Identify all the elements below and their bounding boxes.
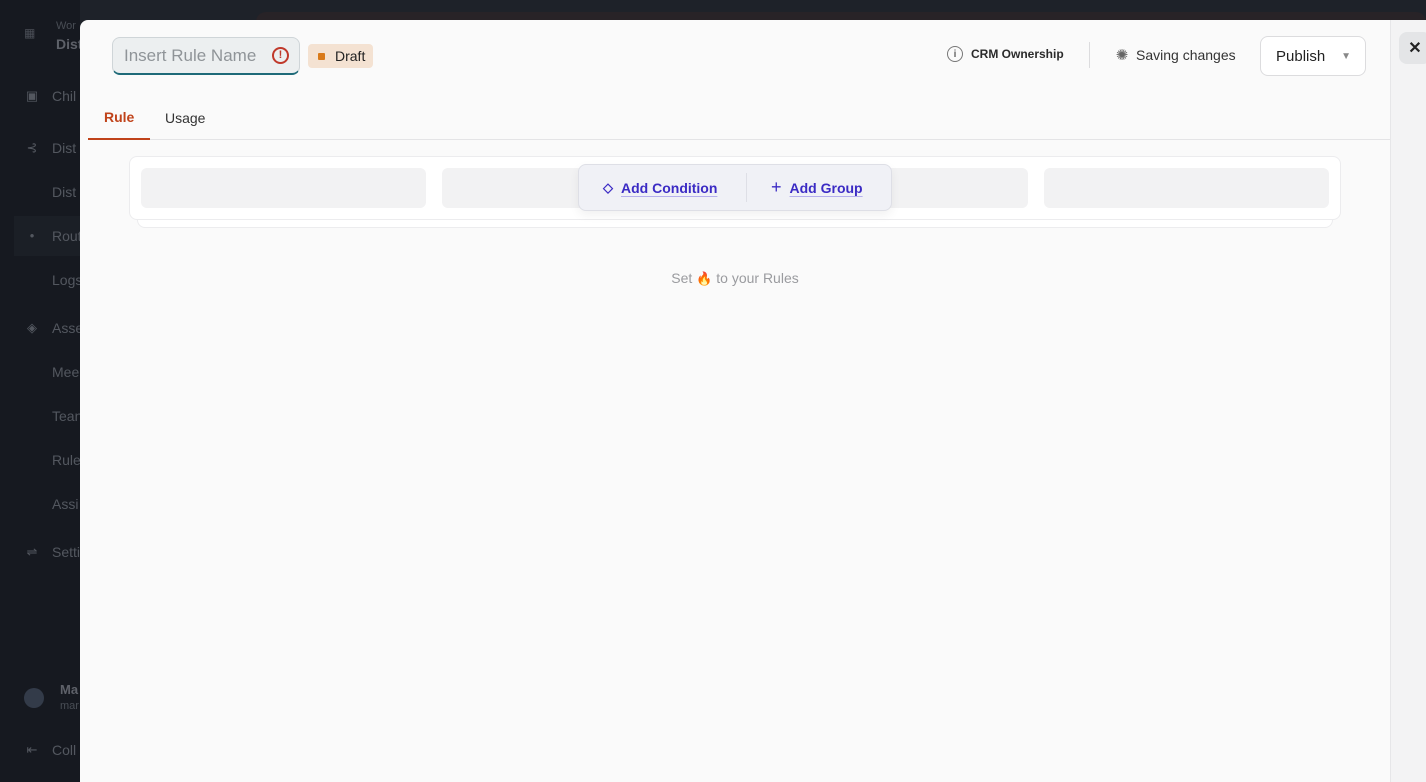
saving-status: ✺ Saving changes	[1114, 46, 1236, 64]
rule-name-input[interactable]	[124, 45, 264, 66]
rule-name-field[interactable]: !	[112, 37, 300, 75]
info-icon: i	[947, 46, 963, 62]
tab-rule[interactable]: Rule	[88, 96, 151, 140]
modal-side-strip	[1390, 20, 1426, 782]
rule-editor-modal: ! Draft i CRM Ownership ✺ Saving changes…	[80, 20, 1390, 782]
status-dot-icon	[318, 52, 325, 60]
close-button[interactable]: ✕	[1399, 32, 1426, 64]
chevron-down-icon: ▼	[1341, 50, 1351, 62]
skeleton-bar	[1044, 168, 1329, 208]
add-group-button[interactable]: + Add Group	[747, 165, 863, 210]
crm-ownership[interactable]: i CRM Ownership	[947, 46, 1064, 62]
close-icon: ✕	[1408, 40, 1422, 57]
tab-usage[interactable]: Usage	[149, 96, 221, 140]
crm-ownership-label: CRM Ownership	[971, 47, 1064, 61]
diamond-icon: ◇	[603, 179, 613, 195]
header-divider	[1089, 42, 1090, 68]
add-condition-button[interactable]: ◇ Add Condition	[579, 173, 747, 202]
plus-icon: +	[771, 177, 782, 197]
publish-label: Publish	[1276, 47, 1326, 65]
spinner-icon: ✺	[1115, 47, 1129, 64]
status-badge-label: Draft	[335, 48, 366, 64]
fire-icon: 🔥	[696, 271, 713, 286]
add-toolbar: ◇ Add Condition + Add Group	[578, 164, 892, 211]
publish-button[interactable]: Publish ▼	[1260, 36, 1366, 76]
tab-bar: Rule Usage	[88, 96, 1390, 140]
status-badge: Draft	[308, 44, 374, 68]
empty-state-hint: Set 🔥 to your Rules	[671, 270, 799, 286]
error-icon: !	[272, 47, 289, 64]
saving-status-label: Saving changes	[1136, 47, 1236, 63]
skeleton-bar	[141, 168, 426, 208]
